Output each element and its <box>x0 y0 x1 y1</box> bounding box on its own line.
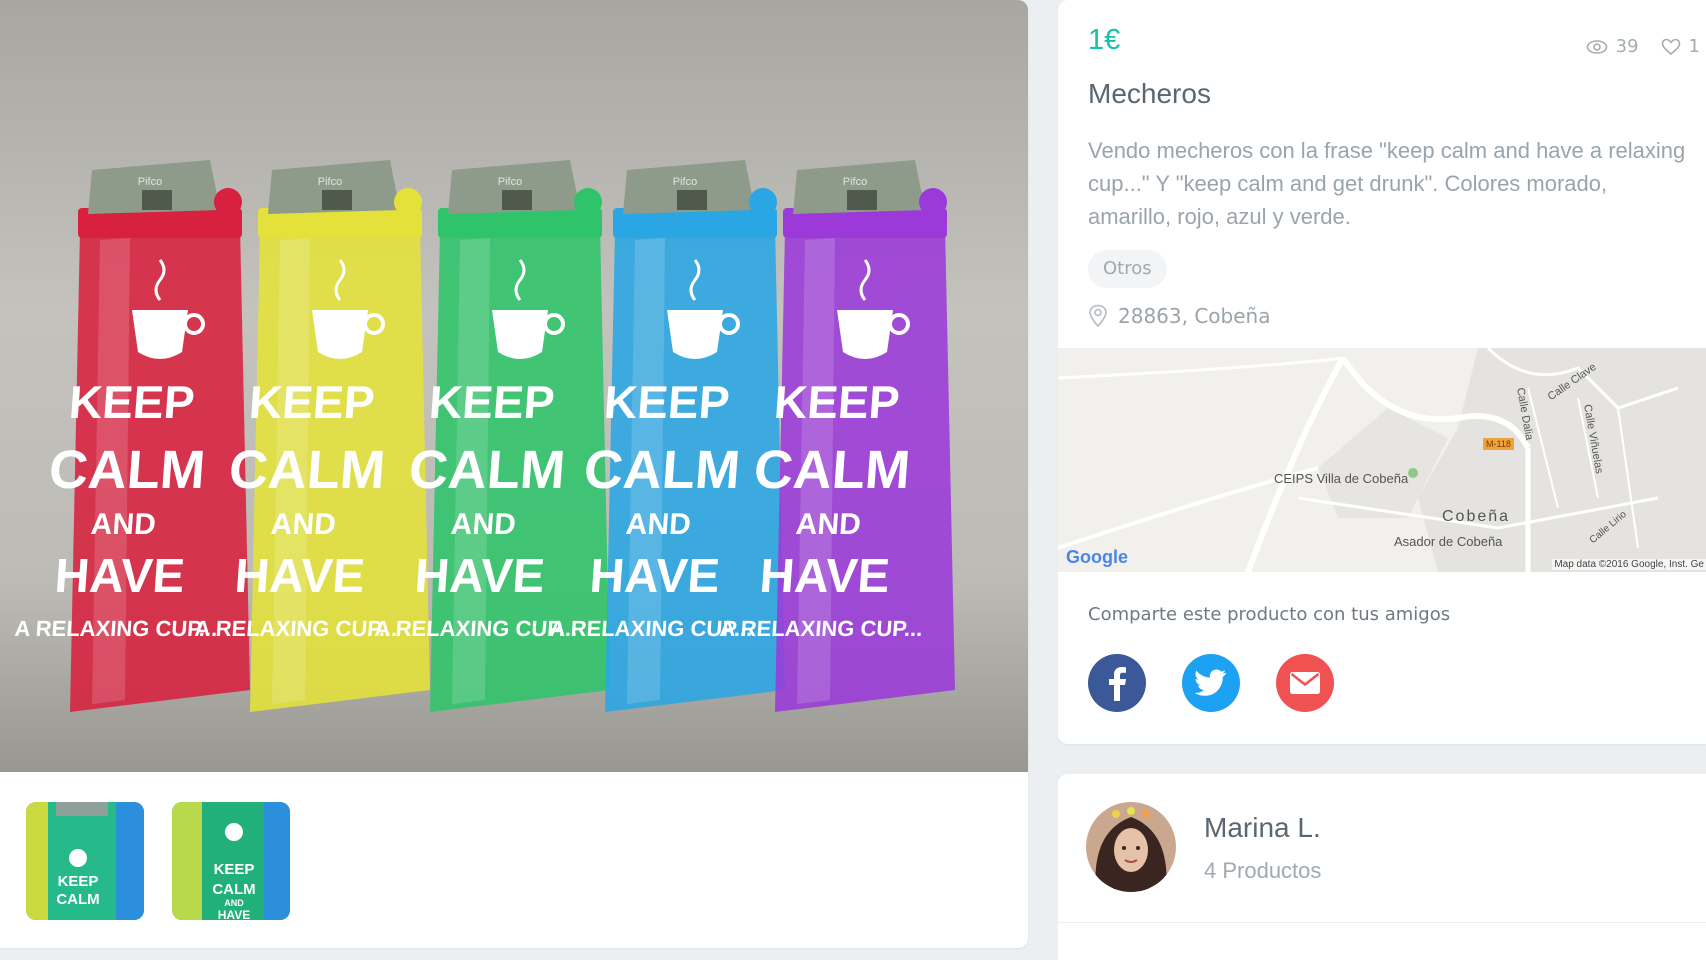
lighter-text-line-4: HAVE <box>413 550 546 603</box>
lighter-text-line-3: AND <box>450 508 517 541</box>
thumbnail-1[interactable]: KEEP CALM <box>26 802 144 920</box>
thumbnail-1-image: KEEP CALM <box>26 802 144 920</box>
lighter-text-line-4: HAVE <box>758 550 891 603</box>
map-label-town: Cobeña <box>1442 508 1511 525</box>
lighter-text-line-2: CALM <box>582 440 742 500</box>
lighter-brand: Pifco <box>318 176 342 188</box>
lighter-text-line-2: CALM <box>752 440 912 500</box>
share-title: Comparte este producto con tus amigos <box>1088 604 1451 625</box>
lighter-brand: Pifco <box>138 176 162 188</box>
lighter-text-line-3: AND <box>795 508 862 541</box>
thumb-1-line2: CALM <box>56 891 99 908</box>
product-gallery: Pifco KEEP CALM AND HAVE A RELAXING CUP... Pif… <box>0 0 1028 948</box>
location-pin-icon <box>1089 304 1107 328</box>
thumb-2-line3: AND <box>224 898 244 908</box>
thumb-2-line2: CALM <box>212 881 255 898</box>
lighter-text-line-2: CALM <box>407 440 567 500</box>
share-mail-button[interactable] <box>1276 654 1334 712</box>
lighter-text-line-4: HAVE <box>233 550 366 603</box>
product-location: 28863, Cobeña <box>1088 304 1270 328</box>
seller-divider <box>1058 922 1706 923</box>
views-count: 39 <box>1615 36 1639 57</box>
category-tag[interactable]: Otros <box>1088 250 1167 288</box>
product-stats: 39 1 <box>1586 36 1700 57</box>
thumb-1-line1: KEEP <box>58 873 99 890</box>
seller-avatar[interactable] <box>1086 802 1176 892</box>
map-roads <box>1058 348 1706 572</box>
lighters-image: Pifco KEEP CALM AND HAVE A RELAXING CUP... Pif… <box>14 160 955 712</box>
eye-icon <box>1586 39 1607 54</box>
main-product-photo[interactable]: Pifco KEEP CALM AND HAVE A RELAXING CUP... Pif… <box>0 0 1028 772</box>
product-price: 1€ <box>1088 24 1121 56</box>
product-detail-card: 1€ 39 1 Mecheros Vendo mecheros con la f… <box>1058 0 1706 744</box>
lighter-text-line-4: HAVE <box>53 550 186 603</box>
lighter-brand: Pifco <box>498 176 522 188</box>
mail-icon <box>1290 672 1320 694</box>
thumbnail-2[interactable]: KEEP CALM AND HAVE <box>172 802 290 920</box>
location-text: 28863, Cobeña <box>1118 304 1271 328</box>
lighter-text-line-3: AND <box>625 508 692 541</box>
lighter-text-line-1: KEEP <box>247 376 376 428</box>
facebook-icon <box>1109 667 1126 701</box>
seller-product-count: 4 Productos <box>1204 858 1322 883</box>
map-label-restaurant: Asador de Cobeña <box>1394 534 1503 549</box>
lighter-text-line-2: CALM <box>47 440 207 500</box>
lighter-text-line-5: A RELAXING CUP... <box>719 616 924 641</box>
map-route-badge: M-118 <box>1483 438 1514 450</box>
thumbnail-2-image: KEEP CALM AND HAVE <box>172 802 290 920</box>
seller-name[interactable]: Marina L. <box>1204 812 1321 844</box>
seller-card: Marina L. 4 Productos <box>1058 774 1706 960</box>
seller-avatar-image <box>1086 802 1176 892</box>
map-label-school: CEIPS Villa de Cobeña <box>1274 471 1409 486</box>
heart-icon[interactable] <box>1661 38 1681 56</box>
thumb-2-line4: HAVE <box>218 908 250 920</box>
product-description: Vendo mecheros con la frase "keep calm a… <box>1088 138 1686 229</box>
share-buttons <box>1088 654 1334 712</box>
share-twitter-button[interactable] <box>1182 654 1240 712</box>
location-map[interactable]: Calle Clave Calle Dalia Calle Viñuelas M… <box>1058 348 1706 572</box>
favorites-count: 1 <box>1688 36 1700 57</box>
thumbnail-strip: KEEP CALM KEEP CALM AND HAVE <box>26 802 290 920</box>
thumb-2-line1: KEEP <box>214 861 255 878</box>
lighter-text-line-1: KEEP <box>602 376 731 428</box>
share-facebook-button[interactable] <box>1088 654 1146 712</box>
lighter-text-line-5: A RELAXING CUP... <box>14 616 219 641</box>
lighter-text-line-1: KEEP <box>427 376 556 428</box>
lighter-text-line-5: A RELAXING CUP... <box>194 616 399 641</box>
lighter-text-line-4: HAVE <box>588 550 721 603</box>
lighter-text-line-3: AND <box>90 508 157 541</box>
google-logo[interactable]: Google <box>1066 547 1128 568</box>
twitter-icon <box>1195 669 1226 696</box>
lighter-brand: Pifco <box>673 176 697 188</box>
lighter-text-line-1: KEEP <box>772 376 901 428</box>
lighter-text-line-2: CALM <box>227 440 387 500</box>
product-title: Mecheros <box>1088 78 1211 109</box>
lighter-text-line-3: AND <box>270 508 337 541</box>
lighter-text-line-5: A RELAXING CUP... <box>374 616 579 641</box>
lighter-brand: Pifco <box>843 176 867 188</box>
map-credit: Map data ©2016 Google, Inst. Ge <box>1552 559 1706 570</box>
lighter-text-line-1: KEEP <box>67 376 196 428</box>
